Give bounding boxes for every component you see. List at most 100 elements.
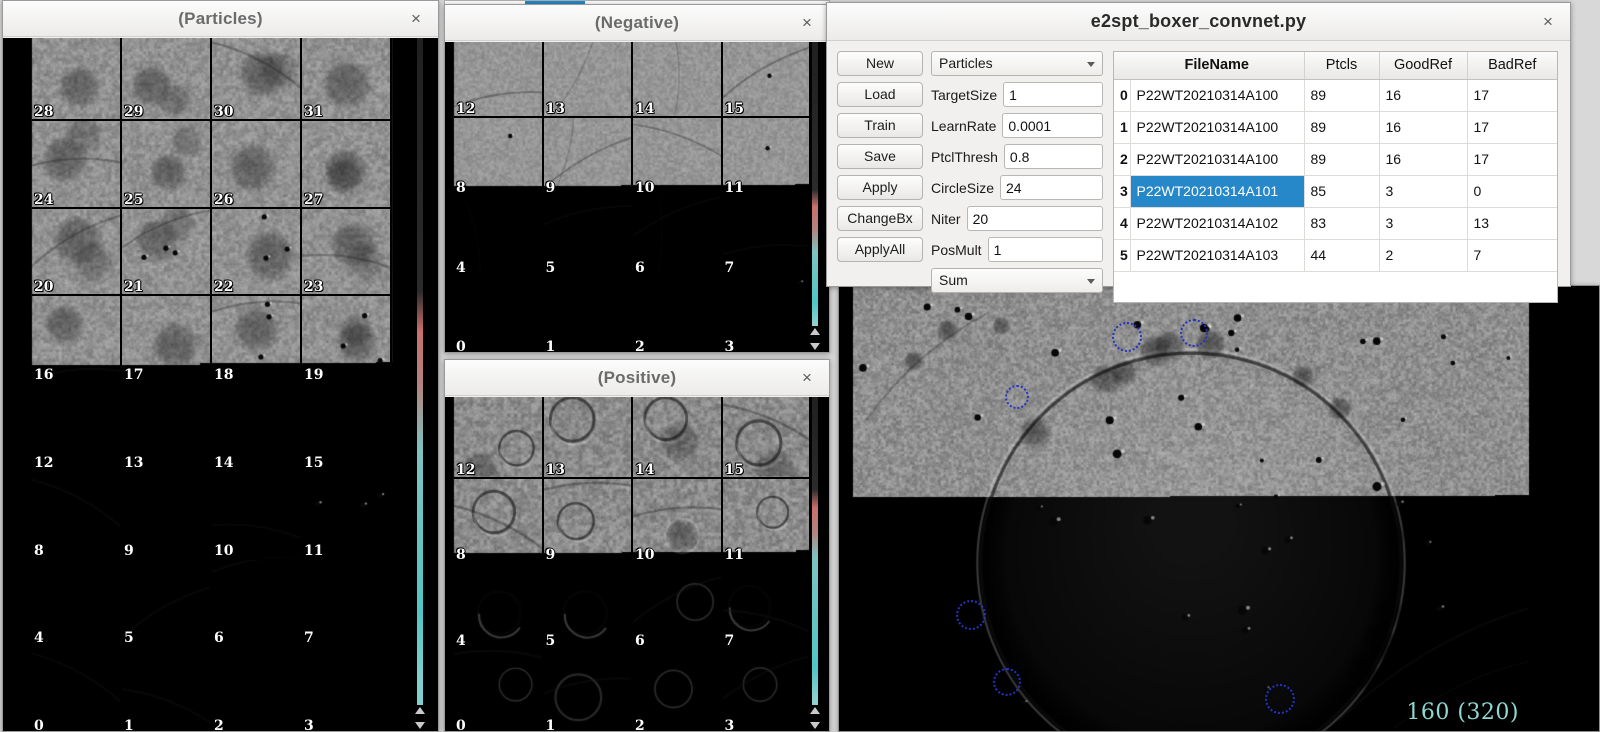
thumbnail-cell[interactable]: 5 [544,195,634,275]
control-titlebar[interactable]: e2spt_boxer_convnet.py × [827,3,1570,41]
particle-marker[interactable] [993,668,1021,696]
positive-scroll-buttons[interactable] [809,705,821,731]
thumbnail-cell[interactable]: 10 [633,477,723,563]
particles-cell-grid[interactable]: 2829303124252627202122231617181912131415… [32,38,392,731]
thumbnail-cell[interactable]: 12 [454,42,544,116]
particle-marker[interactable] [1112,322,1142,352]
thumbnail-cell[interactable]: 23 [302,207,392,295]
thumbnail-cell[interactable]: 12 [454,397,544,477]
thumbnail-cell[interactable]: 6 [633,195,723,275]
scroll-up-icon[interactable] [415,707,425,714]
thumbnail-cell[interactable]: 15 [723,42,813,116]
new-button[interactable]: New [837,51,923,76]
scroll-up-icon[interactable] [810,328,820,335]
table-row[interactable]: 5P22WT20210314A1034427 [1114,239,1557,271]
thumbnail-cell[interactable]: 5 [122,558,212,646]
thumbnail-cell[interactable]: 3 [723,275,813,353]
column-header-filename[interactable]: FileName [1130,52,1304,79]
thumbnail-cell[interactable]: 19 [302,294,392,382]
file-table-container[interactable]: FileName Ptcls GoodRef BadRef 0P22WT2021… [1113,51,1558,303]
thumbnail-cell[interactable]: 28 [32,38,122,119]
thumbnail-cell[interactable]: 7 [723,195,813,275]
positive-cell-grid[interactable]: 1213141589101145670123 [454,397,812,731]
close-icon[interactable]: × [797,13,817,33]
thumbnail-cell[interactable]: 8 [454,477,544,563]
thumbnail-cell[interactable]: 5 [544,562,634,648]
scroll-down-icon[interactable] [810,722,820,729]
thumbnail-cell[interactable]: 22 [212,207,302,295]
save-button[interactable]: Save [837,144,923,169]
particles-thumbnail-area[interactable]: 2829303124252627202122231617181912131415… [3,38,438,731]
particle-marker[interactable] [1265,684,1295,714]
table-row[interactable]: 3P22WT20210314A1018530 [1114,175,1557,207]
thumbnail-cell[interactable]: 1 [544,648,634,732]
thumbnail-cell[interactable]: 2 [212,645,302,731]
thumbnail-cell[interactable]: 15 [302,382,392,470]
thumbnail-cell[interactable]: 9 [544,116,634,196]
posmult-input[interactable] [988,237,1103,262]
particle-marker[interactable] [956,600,986,630]
thumbnail-cell[interactable]: 9 [122,470,212,558]
thumbnail-cell[interactable]: 27 [302,119,392,207]
load-button[interactable]: Load [837,82,923,107]
thumbnail-cell[interactable]: 3 [302,645,392,731]
thumbnail-cell[interactable]: 14 [633,397,723,477]
changebx-button[interactable]: ChangeBx [837,206,923,231]
thumbnail-cell[interactable]: 13 [544,397,634,477]
thumbnail-cell[interactable]: 0 [454,275,544,353]
positive-scrollbar[interactable] [809,397,821,731]
particles-scrollbar[interactable] [414,38,426,731]
thumbnail-cell[interactable]: 13 [544,42,634,116]
applyall-button[interactable]: ApplyAll [837,237,923,262]
thumbnail-cell[interactable]: 0 [454,648,544,732]
thumbnail-cell[interactable]: 18 [212,294,302,382]
thumbnail-cell[interactable]: 24 [32,119,122,207]
close-icon[interactable]: × [797,368,817,388]
thumbnail-cell[interactable]: 2 [633,275,723,353]
table-row[interactable]: 4P22WT20210314A10283313 [1114,207,1557,239]
particles-scroll-buttons[interactable] [414,705,426,731]
niter-input[interactable] [967,206,1103,231]
train-button[interactable]: Train [837,113,923,138]
thumbnail-cell[interactable]: 11 [302,470,392,558]
particle-marker[interactable] [1180,319,1208,347]
thumbnail-cell[interactable]: 29 [122,38,212,119]
thumbnail-cell[interactable]: 4 [454,562,544,648]
table-row[interactable]: 1P22WT20210314A100891617 [1114,111,1557,143]
thumbnail-cell[interactable]: 7 [302,558,392,646]
thumbnail-cell[interactable]: 11 [723,477,813,563]
thumbnail-cell[interactable]: 15 [723,397,813,477]
thumbnail-cell[interactable]: 10 [212,470,302,558]
ptclthresh-input[interactable] [1004,144,1103,169]
mode-select[interactable]: Sum [931,268,1103,293]
negative-scrollbar[interactable] [809,42,821,352]
thumbnail-cell[interactable]: 1 [544,275,634,353]
thumbnail-cell[interactable]: 2 [633,648,723,732]
thumbnail-cell[interactable]: 1 [122,645,212,731]
particle-marker[interactable] [1005,385,1029,409]
thumbnail-cell[interactable]: 4 [454,195,544,275]
learnrate-input[interactable] [1002,113,1103,138]
scroll-down-icon[interactable] [415,722,425,729]
negative-titlebar[interactable]: (Negative) × [445,5,829,41]
apply-button[interactable]: Apply [837,175,923,200]
thumbnail-cell[interactable]: 4 [32,558,122,646]
tomogram-view[interactable]: 160 (320) [839,286,1599,731]
negative-scroll-buttons[interactable] [809,326,821,352]
thumbnail-cell[interactable]: 3 [723,648,813,732]
negative-thumbnail-area[interactable]: 1213141589101145670123 [445,42,829,352]
type-select[interactable]: Particles [931,51,1103,76]
thumbnail-cell[interactable]: 8 [454,116,544,196]
thumbnail-cell[interactable]: 31 [302,38,392,119]
table-row[interactable]: 0P22WT20210314A100891617 [1114,79,1557,111]
particles-titlebar[interactable]: (Particles) × [3,1,438,37]
thumbnail-cell[interactable]: 21 [122,207,212,295]
thumbnail-cell[interactable]: 12 [32,382,122,470]
positive-titlebar[interactable]: (Positive) × [445,360,829,396]
thumbnail-cell[interactable]: 30 [212,38,302,119]
column-header-badref[interactable]: BadRef [1467,52,1557,79]
thumbnail-cell[interactable]: 10 [633,116,723,196]
thumbnail-cell[interactable]: 17 [122,294,212,382]
thumbnail-cell[interactable]: 6 [633,562,723,648]
negative-cell-grid[interactable]: 1213141589101145670123 [454,42,812,352]
